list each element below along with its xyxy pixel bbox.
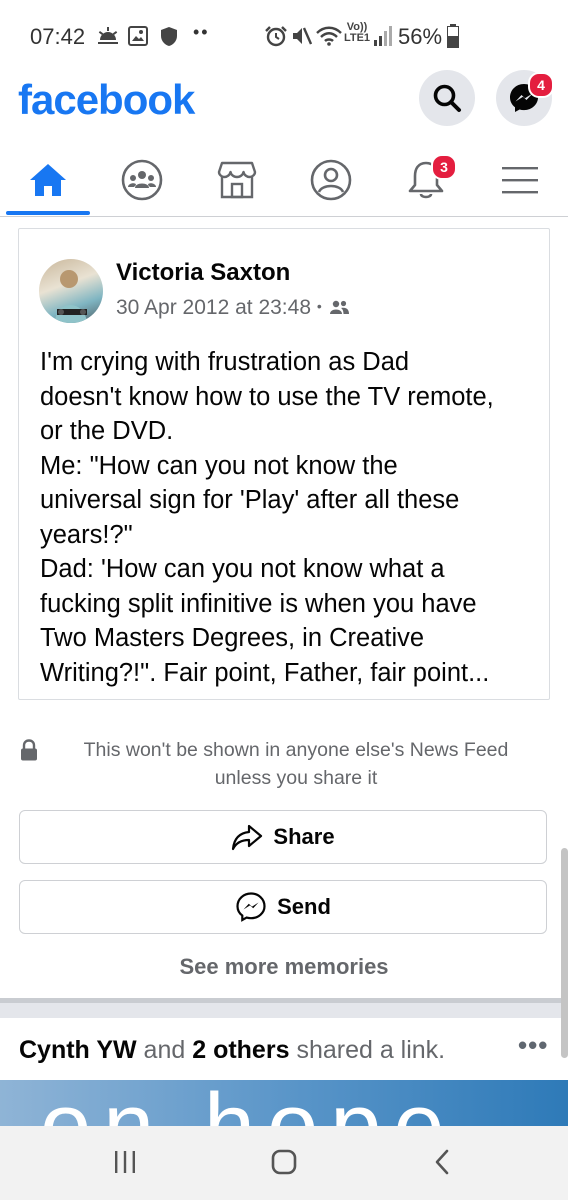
status-time: 07:42 [30, 24, 86, 49]
meta-separator: • [316, 298, 322, 314]
status-bar: 07:42 •• Vo)) LTE1 56% [0, 0, 568, 70]
privacy-note-line1: This won't be shown in anyone else's New… [83, 739, 509, 761]
post-text-line: years!?" [40, 520, 133, 549]
notifications-badge: 3 [431, 154, 457, 180]
share-button[interactable]: Share [19, 810, 547, 864]
facebook-logo[interactable]: facebook [18, 76, 195, 124]
gallery-icon [128, 26, 148, 46]
link-preview-text: on hope [40, 1080, 457, 1126]
privacy-note-line2: unless you share it [214, 767, 378, 789]
post-meta: 30 Apr 2012 at 23:48 • [116, 296, 350, 320]
see-more-memories-link[interactable]: See more memories [0, 954, 568, 980]
section-separator-inner [0, 1003, 568, 1018]
next-post-header: Cynth YW and 2 others shared a link. [19, 1036, 445, 1065]
shared-action: shared a link. [296, 1036, 446, 1064]
battery-icon [447, 24, 459, 48]
post-options-button[interactable]: ••• [518, 1030, 548, 1061]
shield-icon [161, 27, 177, 46]
system-nav-bar [0, 1126, 568, 1200]
search-icon [433, 84, 461, 112]
share-arrow-icon [232, 824, 263, 851]
wifi-icon [316, 26, 342, 46]
back-icon[interactable] [432, 1148, 452, 1176]
groups-icon [121, 159, 163, 201]
post-author[interactable]: Victoria Saxton [116, 259, 290, 287]
avatar-photo [55, 270, 87, 323]
more-dots-icon: •• [193, 22, 210, 42]
avatar[interactable] [39, 259, 103, 323]
tabs-divider [0, 216, 568, 217]
send-label: Send [277, 894, 331, 919]
network-label: LTE1 [343, 32, 371, 44]
home-icon [30, 164, 66, 196]
post-text-line: Dad: 'How can you not know what a [40, 555, 445, 583]
messenger-badge: 4 [528, 72, 554, 98]
recent-apps-icon[interactable] [113, 1150, 137, 1174]
active-tab-indicator [6, 211, 90, 215]
signal-icon [374, 26, 392, 46]
tab-home[interactable] [0, 148, 96, 212]
mute-icon [293, 27, 312, 45]
memory-post-card: Victoria Saxton 30 Apr 2012 at 23:48 • I… [18, 228, 550, 700]
link-preview-image[interactable]: on hope [0, 1080, 568, 1126]
post-text-line: Writing?!". Fair point, Father, fair poi… [40, 658, 490, 687]
volte-icon: Vo)) LTE1 [343, 21, 371, 44]
hamburger-icon [502, 167, 538, 194]
tab-profile[interactable] [283, 148, 379, 212]
scrollbar-thumb[interactable] [561, 848, 568, 1058]
marketplace-icon [217, 161, 257, 199]
post-text-line: doesn't know how to use the TV remote, [40, 382, 494, 411]
share-label: Share [273, 824, 335, 849]
post-text-line: fucking split infinitive is when you hav… [40, 589, 477, 618]
shared-others[interactable]: 2 others [192, 1036, 289, 1064]
post-text-line: Me: "How can you not know the [40, 451, 398, 480]
profile-icon [310, 159, 352, 201]
privacy-note: This won't be shown in anyone else's New… [68, 736, 524, 792]
post-text-line: or the DVD. [40, 417, 174, 445]
search-button[interactable] [419, 70, 475, 126]
post-date[interactable]: 30 Apr 2012 at 23:48 [116, 296, 311, 319]
tab-groups[interactable] [94, 148, 190, 212]
post-text-line: Two Masters Degrees, in Creative [40, 624, 425, 652]
tab-menu[interactable] [472, 148, 568, 212]
tab-notifications[interactable] [378, 148, 474, 212]
post-text-line: universal sign for 'Play' after all thes… [40, 486, 460, 514]
lock-icon [21, 739, 37, 761]
weather-icon [98, 27, 118, 44]
friends-icon [329, 300, 349, 314]
shared-and: and [143, 1036, 186, 1064]
home-nav-icon[interactable] [270, 1148, 298, 1176]
battery-percent: 56% [398, 24, 443, 49]
messenger-outline-icon [236, 892, 266, 922]
shared-actor[interactable]: Cynth YW [19, 1036, 137, 1064]
alarm-icon [265, 26, 287, 47]
send-button[interactable]: Send [19, 880, 547, 934]
tab-marketplace[interactable] [189, 148, 285, 212]
post-text-line: I'm crying with frustration as Dad [40, 348, 410, 376]
post-body: I'm crying with frustration as Dad doesn… [40, 345, 540, 690]
